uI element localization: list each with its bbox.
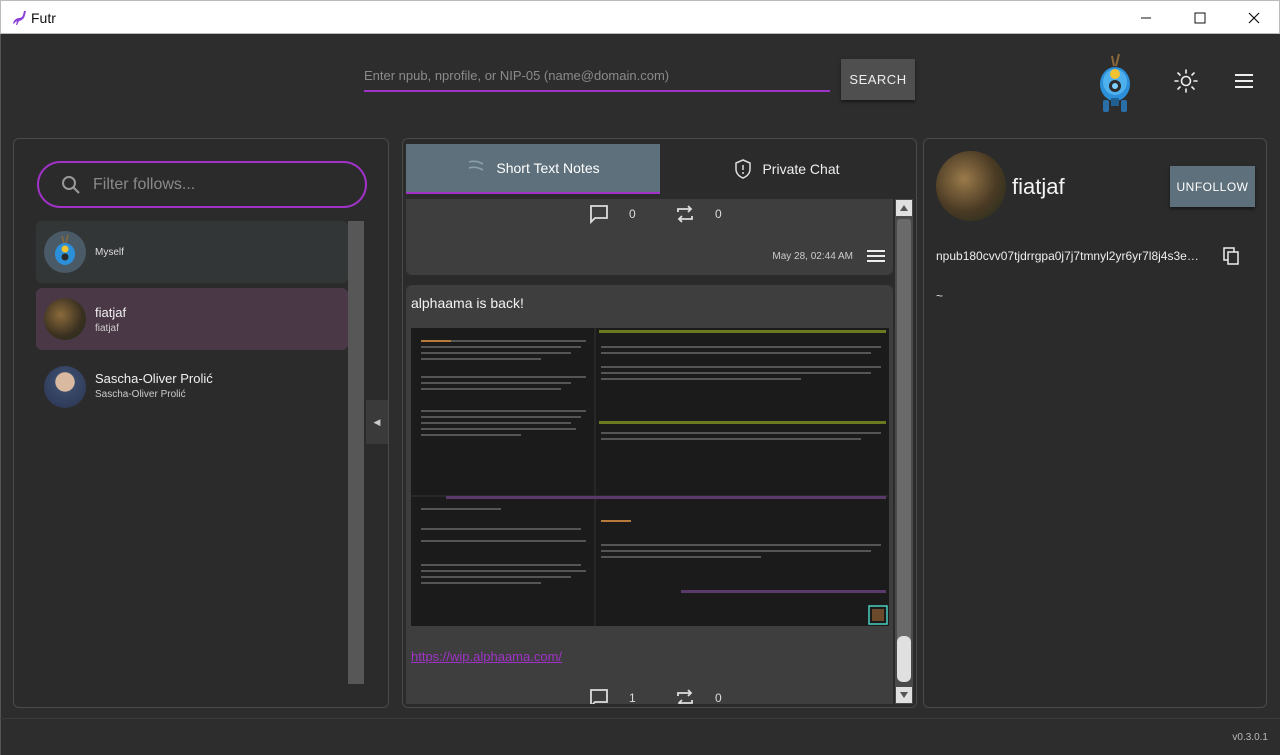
window-title: Futr [31,10,56,26]
hamburger-menu-icon[interactable] [1233,71,1255,91]
repost-count: 0 [715,691,722,704]
follows-panel: Myself fiatjaf fiatjaf Sascha-Oliver Pro… [13,138,389,708]
maximize-icon [1194,12,1206,24]
maximize-button[interactable] [1173,1,1227,35]
note-image[interactable] [411,328,889,626]
note-text: alphaama is back! [411,295,524,311]
search-button[interactable]: SEARCH [841,59,915,100]
follow-item-myself[interactable]: Myself [36,221,348,283]
avatar [936,151,1006,221]
minimize-icon [1141,17,1151,19]
reply-icon [590,689,608,704]
search-icon [62,176,80,194]
reply-action[interactable]: 0 [588,203,636,225]
follow-name: Sascha-Oliver Prolić [95,371,213,386]
scroll-thumb[interactable] [897,636,911,682]
notes-panel: Short Text Notes Private Chat 0 0 May 28… [402,138,917,708]
avatar [44,366,86,408]
follow-name: fiatjaf [95,305,127,320]
robot-avatar-icon [55,234,75,265]
notes-feed: 0 0 May 28, 02:44 AM alphaama is back! h… [406,199,894,704]
window-border [0,34,1,755]
chevron-left-icon: ◀ [373,416,381,427]
follow-subtitle: fiatjaf [95,323,119,334]
search-input[interactable] [364,60,830,90]
footer-divider [0,718,1280,719]
reply-count: 1 [629,691,636,704]
profile-panel: fiatjaf UNFOLLOW npub180cvv07tjdrrgpa0j7… [923,138,1267,708]
version-label: v0.3.0.1 [1232,732,1268,743]
theme-toggle-icon[interactable] [1173,68,1199,94]
screenshot-image [411,328,889,626]
repost-icon [677,205,693,223]
note-link[interactable]: https://wip.alphaama.com/ [411,649,562,664]
search-field[interactable] [364,60,830,92]
follow-item-sascha[interactable]: Sascha-Oliver Prolić Sascha-Oliver Proli… [36,356,348,418]
follows-scrollbar[interactable] [348,221,364,684]
follow-name: Myself [95,247,124,258]
arrow-up-icon [900,205,908,211]
follow-item-fiatjaf[interactable]: fiatjaf fiatjaf [36,288,348,350]
reply-icon [590,205,608,225]
profile-name: fiatjaf [1012,174,1065,199]
note-card: alphaama is back! https://wip.alphaama.c… [406,285,893,704]
filter-follows-input[interactable] [93,171,353,199]
scroll-track [897,219,911,681]
robot-avatar-icon[interactable] [1094,52,1136,116]
note-date: May 28, 02:44 AM [772,251,853,262]
follow-subtitle: Sascha-Oliver Prolić [95,389,186,400]
repost-count: 0 [715,207,722,221]
avatar [44,298,86,340]
tab-label: Short Text Notes [496,160,600,176]
note-card: 0 0 May 28, 02:44 AM [406,199,893,275]
profile-about: ~ [936,289,944,303]
tab-private-chat[interactable]: Private Chat [660,144,914,194]
tab-short-text-notes[interactable]: Short Text Notes [406,144,660,194]
follows-list: Myself fiatjaf fiatjaf Sascha-Oliver Pro… [36,221,366,684]
unfollow-button[interactable]: UNFOLLOW [1170,166,1255,207]
notes-icon [469,160,484,171]
close-button[interactable] [1227,1,1280,35]
scroll-up-button[interactable] [896,200,912,216]
copy-icon[interactable] [1223,247,1239,265]
repost-action[interactable]: 0 [674,203,722,225]
profile-npub: npub180cvv07tjdrrgpa0j7j7tmnyl2yr6yr7l8j… [936,249,1204,263]
repost-action[interactable]: 0 [674,687,722,704]
reply-count: 0 [629,207,636,221]
feed-scrollbar[interactable] [895,199,913,704]
repost-icon [677,689,693,704]
arrow-down-icon [900,692,908,698]
window-titlebar: Futr [0,0,1280,34]
close-icon [1248,12,1260,24]
collapse-panel-button[interactable]: ◀ [366,400,388,444]
filter-follows-field[interactable] [37,161,367,208]
ostrich-logo-icon [13,11,26,25]
minimize-button[interactable] [1119,1,1173,35]
shield-icon [735,159,752,179]
scroll-down-button[interactable] [896,687,912,703]
reply-action[interactable]: 1 [588,687,636,704]
tab-label: Private Chat [762,161,840,177]
avatar [44,231,86,273]
note-menu-icon[interactable] [867,249,885,263]
